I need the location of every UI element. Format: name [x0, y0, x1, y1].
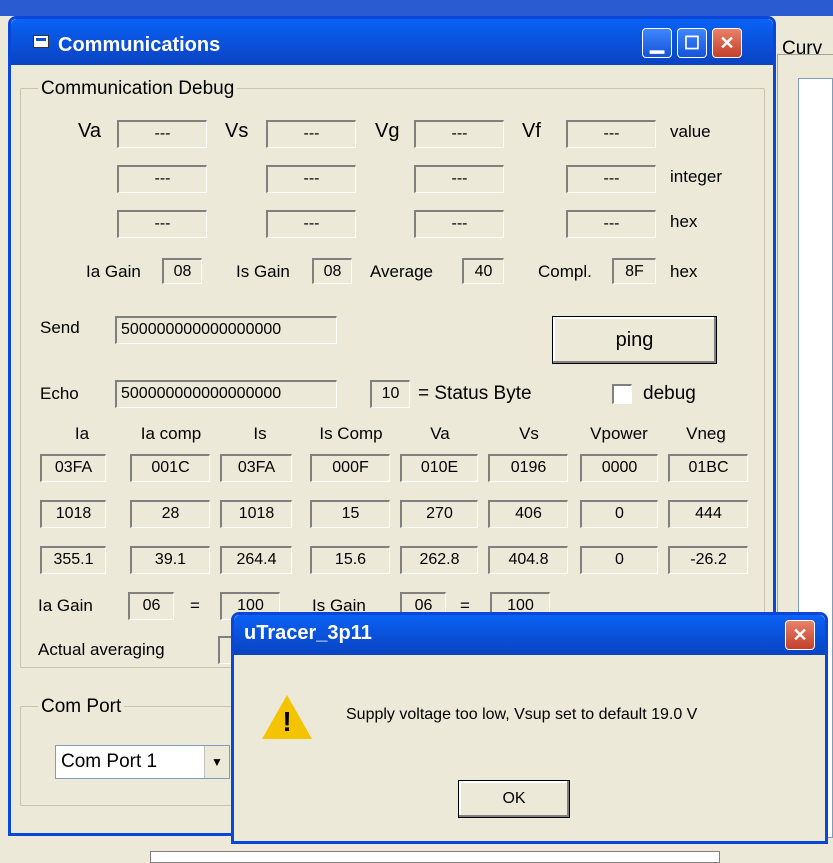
vs-value-field: --- — [266, 120, 356, 148]
ia-gain-actual-field: 06 — [128, 592, 174, 620]
table-cell: 404.8 — [488, 546, 568, 574]
va-value-field: --- — [117, 120, 207, 148]
vf-integer-field: --- — [566, 165, 656, 193]
table-cell: 0196 — [488, 454, 568, 482]
ping-button[interactable]: ping — [552, 316, 717, 364]
table-header-is-comp: Is Comp — [319, 424, 383, 443]
echo-field: 500000000000000000 — [115, 380, 337, 408]
vg-hex-field: --- — [414, 210, 504, 238]
compliance-field: 8F — [612, 258, 656, 284]
compliance-label: Compl. — [538, 262, 592, 281]
actual-averaging-label: Actual averaging — [38, 640, 165, 659]
vf-hex-field: --- — [566, 210, 656, 238]
dialog-message: Supply voltage too low, Vsup set to defa… — [346, 706, 698, 723]
table-cell: 28 — [130, 500, 210, 528]
curve-group-label: Curv — [782, 38, 823, 59]
table-cell: 0 — [580, 500, 658, 528]
table-cell: 444 — [668, 500, 748, 528]
is-gain-setting-field: 08 — [312, 258, 352, 284]
hex-unit-label: hex — [670, 212, 698, 231]
vs-hex-field: --- — [266, 210, 356, 238]
vg-label: Vg — [375, 120, 400, 142]
table-cell: 262.8 — [400, 546, 478, 574]
table-cell: 010E — [400, 454, 478, 482]
table-cell: 0000 — [580, 454, 658, 482]
table-cell: 1018 — [40, 500, 106, 528]
communication-debug-legend: Communication Debug — [38, 78, 238, 100]
vg-value-field: --- — [414, 120, 504, 148]
ia-gain-equals: = — [190, 596, 200, 615]
echo-label: Echo — [40, 384, 79, 403]
table-cell: 03FA — [220, 454, 292, 482]
window-title: Communications — [58, 34, 221, 56]
table-cell: 264.4 — [220, 546, 292, 574]
ok-button[interactable]: OK — [458, 780, 570, 818]
warning-exclamation: ! — [282, 706, 292, 737]
maximize-button[interactable]: ☐ — [677, 28, 707, 58]
vs-label: Vs — [225, 120, 249, 142]
table-cell: 01BC — [668, 454, 748, 482]
table-header-is: Is — [253, 424, 267, 443]
close-button[interactable]: ✕ — [712, 28, 742, 58]
table-header-vneg: Vneg — [686, 424, 726, 443]
vg-integer-field: --- — [414, 165, 504, 193]
background-window-titlebar — [0, 0, 833, 16]
window-app-icon — [33, 35, 49, 48]
table-header-vpower: Vpower — [590, 424, 648, 443]
ia-gain-setting-field: 08 — [162, 258, 202, 284]
integer-unit-label: integer — [670, 167, 722, 186]
value-unit-label: value — [670, 122, 711, 141]
table-cell: 406 — [488, 500, 568, 528]
background-status-strip — [150, 851, 720, 863]
table-cell: 39.1 — [130, 546, 210, 574]
gain-hex-unit-label: hex — [670, 262, 698, 281]
send-field[interactable]: 500000000000000000 — [115, 316, 337, 344]
table-cell: 355.1 — [40, 546, 106, 574]
table-cell: 0 — [580, 546, 658, 574]
average-label: Average — [370, 262, 434, 281]
chevron-down-icon[interactable]: ▼ — [204, 746, 229, 778]
table-header-va: Va — [430, 424, 450, 443]
dialog-title: uTracer_3p11 — [244, 622, 372, 644]
ia-gain-setting-label: Ia Gain — [86, 262, 141, 281]
average-field: 40 — [462, 258, 504, 284]
table-cell: 001C — [130, 454, 210, 482]
vf-value-field: --- — [566, 120, 656, 148]
table-cell: 15.6 — [310, 546, 390, 574]
table-cell: 03FA — [40, 454, 106, 482]
vf-label: Vf — [522, 120, 541, 142]
send-label: Send — [40, 318, 80, 337]
table-cell: 15 — [310, 500, 390, 528]
com-port-legend: Com Port — [38, 696, 125, 718]
is-gain-setting-label: Is Gain — [236, 262, 290, 281]
ia-gain-actual-label: Ia Gain — [38, 596, 93, 615]
table-cell: -26.2 — [668, 546, 748, 574]
table-header-ia: Ia — [74, 424, 90, 443]
debug-checkbox-label[interactable]: debug — [643, 383, 696, 405]
status-byte-field: 10 — [370, 380, 410, 408]
va-hex-field: --- — [117, 210, 207, 238]
dialog-close-button[interactable]: ✕ — [785, 620, 815, 650]
table-cell: 270 — [400, 500, 478, 528]
status-byte-label: = Status Byte — [418, 383, 532, 404]
table-cell: 1018 — [220, 500, 292, 528]
minimize-button[interactable]: ▁ — [642, 28, 672, 58]
table-header-vs: Vs — [519, 424, 539, 443]
va-label: Va — [78, 120, 101, 142]
debug-checkbox[interactable] — [612, 384, 632, 404]
va-integer-field: --- — [117, 165, 207, 193]
vs-integer-field: --- — [266, 165, 356, 193]
table-cell: 000F — [310, 454, 390, 482]
table-header-ia-comp: Ia comp — [140, 424, 202, 443]
